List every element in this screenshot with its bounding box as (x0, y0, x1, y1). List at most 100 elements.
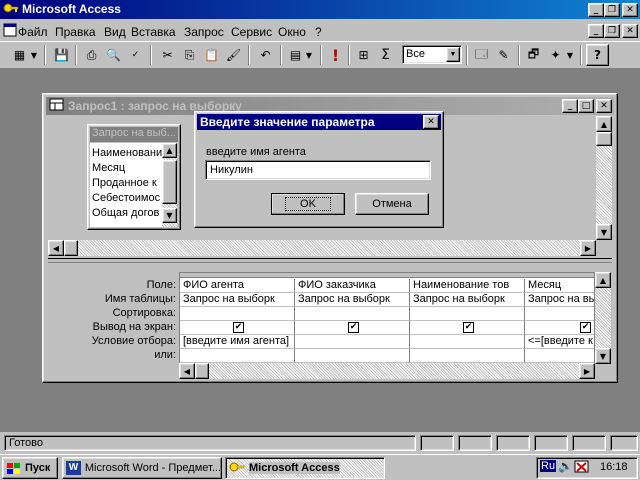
grid-cell-field[interactable]: ФИО заказчика (295, 279, 410, 293)
grid-cell-show[interactable]: ✔ (410, 321, 525, 335)
scroll-thumb[interactable] (596, 132, 612, 146)
show-checkbox[interactable]: ✔ (580, 322, 591, 333)
grid-cell-field[interactable]: ФИО агента (180, 279, 295, 293)
start-button[interactable]: Пуск (2, 457, 58, 479)
menu-query[interactable]: Запрос (184, 25, 224, 39)
pane-splitter[interactable] (48, 258, 612, 263)
query-maximize-button[interactable]: □ (578, 99, 594, 113)
print-preview-icon[interactable]: 🔍 (102, 44, 125, 66)
cut-icon[interactable]: ✂ (156, 44, 179, 66)
grid-cell-or[interactable] (295, 349, 410, 363)
parameter-input[interactable]: Никулин (205, 160, 431, 180)
scroll-left-icon[interactable]: ◀ (179, 363, 195, 379)
field-item[interactable]: Наименовани (92, 147, 162, 159)
menu-help[interactable]: ? (315, 25, 322, 39)
scroll-up-icon[interactable]: ▲ (595, 272, 611, 288)
grid-cell-show[interactable]: ✔ (295, 321, 410, 335)
query-type-dropdown-icon[interactable]: ▼ (303, 44, 315, 66)
doc-close-button[interactable]: ✕ (622, 24, 638, 38)
grid-cell-table[interactable]: Запрос на выбо (525, 293, 594, 307)
grid-cell-table[interactable]: Запрос на выборк (295, 293, 410, 307)
run-icon[interactable]: ! (324, 44, 347, 66)
field-item[interactable]: Общая догов (92, 207, 162, 219)
hscroll-thumb[interactable] (64, 240, 78, 256)
table-pane-hscroll[interactable] (48, 240, 596, 256)
show-checkbox[interactable]: ✔ (348, 322, 359, 333)
taskbar-item-word[interactable]: W Microsoft Word - Предмет... (62, 457, 222, 479)
minimize-button[interactable]: _ (588, 3, 604, 17)
grid-cell-or[interactable] (410, 349, 525, 363)
view-dropdown-icon[interactable]: ▼ (28, 44, 40, 66)
grid-hscroll[interactable] (179, 363, 595, 379)
scroll-down-icon[interactable]: ▼ (162, 208, 177, 223)
menu-edit[interactable]: Правка (55, 25, 96, 39)
grid-cell-field[interactable]: Месяц (525, 279, 594, 293)
column-selector-bar[interactable] (180, 273, 594, 278)
properties-icon[interactable]: 🗔 (470, 44, 493, 66)
chevron-down-icon[interactable]: ▼ (446, 47, 460, 62)
top-values-combo[interactable]: Все ▼ (402, 45, 462, 64)
scroll-right-icon[interactable]: ▶ (579, 363, 595, 379)
grid-cell-show[interactable]: ✔ (525, 321, 594, 335)
close-button[interactable]: ✕ (622, 3, 638, 17)
grid-cell-or[interactable] (525, 349, 594, 363)
speaker-icon[interactable]: 🔈 (558, 459, 573, 473)
grid-cell-criteria[interactable]: [введите имя агента] (180, 335, 295, 349)
format-painter-icon[interactable]: 🖌 (222, 44, 245, 66)
save-icon[interactable]: 💾 (50, 44, 73, 66)
scroll-up-icon[interactable]: ▲ (162, 143, 177, 158)
scroll-thumb[interactable] (162, 160, 177, 204)
query-minimize-button[interactable]: _ (562, 99, 578, 113)
show-checkbox[interactable]: ✔ (463, 322, 474, 333)
grid-cell-criteria[interactable]: <=[введите к (525, 335, 594, 349)
new-object-dropdown-icon[interactable]: ▼ (564, 44, 576, 66)
show-table-icon[interactable]: ⊞ (352, 44, 375, 66)
undo-icon[interactable]: ↶ (254, 44, 277, 66)
show-checkbox[interactable]: ✔ (233, 322, 244, 333)
grid-cell-criteria[interactable] (295, 335, 410, 349)
grid-cell-sort[interactable] (295, 307, 410, 321)
spelling-icon[interactable]: ✓ (124, 44, 147, 66)
hscroll-thumb[interactable] (195, 363, 209, 379)
taskbar-item-access[interactable]: Microsoft Access (225, 457, 385, 479)
restore-button[interactable]: ❐ (604, 3, 620, 17)
menu-window[interactable]: Окно (278, 25, 306, 39)
totals-icon[interactable]: Σ (374, 44, 397, 66)
grid-cell-table[interactable]: Запрос на выборк (410, 293, 525, 307)
menu-doc-icon[interactable] (3, 23, 17, 37)
field-item[interactable]: Месяц (92, 162, 162, 174)
scroll-right-icon[interactable]: ▶ (580, 240, 596, 256)
menu-insert[interactable]: Вставка (131, 25, 176, 39)
dialog-close-button[interactable]: ✕ (423, 115, 439, 129)
grid-cell-sort[interactable] (525, 307, 594, 321)
print-icon[interactable]: ⎙ (80, 44, 103, 66)
language-indicator[interactable]: Ru (540, 460, 557, 472)
build-icon[interactable]: ✎ (492, 44, 515, 66)
menu-view[interactable]: Вид (104, 25, 126, 39)
doc-restore-button[interactable]: ❐ (604, 24, 620, 38)
grid-cell-sort[interactable] (410, 307, 525, 321)
scheduler-icon[interactable] (574, 459, 590, 473)
grid-cell-sort[interactable] (180, 307, 295, 321)
field-item[interactable]: Проданное к (92, 177, 162, 189)
grid-cell-table[interactable]: Запрос на выборк (180, 293, 295, 307)
help-icon[interactable]: ? (586, 44, 609, 66)
query-close-button[interactable]: ✕ (596, 99, 612, 113)
grid-cell-show[interactable]: ✔ (180, 321, 295, 335)
menu-tools[interactable]: Сервис (231, 25, 272, 39)
scroll-up-icon[interactable]: ▲ (596, 116, 612, 132)
ok-button[interactable]: OK (271, 193, 345, 215)
scroll-down-icon[interactable]: ▼ (596, 224, 612, 240)
table-field-list-title[interactable]: Запрос на выб... (90, 127, 178, 142)
database-window-icon[interactable]: 🗗 (522, 44, 545, 66)
menu-file[interactable]: Файл (18, 25, 48, 39)
copy-icon[interactable]: ⎘ (178, 44, 201, 66)
grid-cell-criteria[interactable] (410, 335, 525, 349)
doc-minimize-button[interactable]: _ (588, 24, 604, 38)
paste-icon[interactable]: 📋 (200, 44, 223, 66)
field-item[interactable]: Себестоимос (92, 192, 162, 204)
grid-cell-field[interactable]: Наименование тов (410, 279, 525, 293)
cancel-button[interactable]: Отмена (355, 193, 429, 215)
scroll-down-icon[interactable]: ▼ (595, 348, 611, 364)
scroll-left-icon[interactable]: ◀ (48, 240, 64, 256)
